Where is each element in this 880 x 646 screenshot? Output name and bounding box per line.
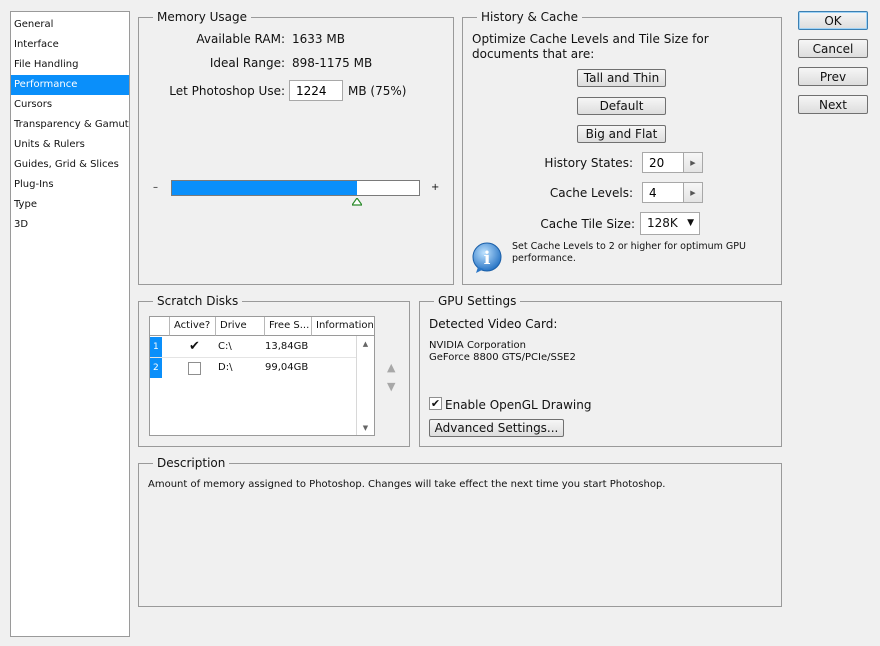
sidebar-item-plug-ins[interactable]: Plug-Ins: [11, 175, 129, 195]
sidebar-item-general[interactable]: General: [11, 15, 129, 35]
cache-levels-stepper[interactable]: ▶: [684, 182, 703, 203]
memory-slider-fill: [172, 181, 357, 195]
cache-levels-label: Cache Levels:: [549, 186, 633, 200]
preferences-nav-list: General Interface File Handling Performance…: [10, 11, 130, 637]
description-title: Description: [153, 455, 230, 471]
sidebar-item-file-handling[interactable]: File Handling: [11, 55, 129, 75]
slider-plus-label: +: [431, 182, 440, 193]
video-card-vendor: NVIDIA Corporation: [429, 340, 527, 351]
history-cache-intro: Optimize Cache Levels and Tile Size for …: [472, 32, 709, 61]
slider-minus-label: –: [153, 182, 158, 193]
free-space-cell: 99,04GB: [265, 362, 309, 373]
sidebar-item-guides-grid-slices[interactable]: Guides, Grid & Slices: [11, 155, 129, 175]
history-cache-title: History & Cache: [477, 9, 582, 25]
memory-slider[interactable]: [171, 180, 420, 196]
ideal-range-label: Ideal Range:: [209, 56, 285, 70]
move-disk-down-icon[interactable]: ▼: [387, 379, 395, 395]
let-photoshop-use-label: Let Photoshop Use:: [169, 84, 285, 98]
memory-usage-title: Memory Usage: [153, 9, 252, 25]
column-header-free-space[interactable]: Free S...: [265, 317, 312, 336]
sidebar-item-type[interactable]: Type: [11, 195, 129, 215]
active-checkbox[interactable]: ✔: [188, 340, 201, 354]
sidebar-item-performance[interactable]: Performance: [11, 75, 129, 95]
enable-opengl-checkbox[interactable]: ✔: [429, 397, 442, 410]
memory-use-suffix: MB (75%): [348, 84, 407, 98]
sidebar-item-cursors[interactable]: Cursors: [11, 95, 129, 115]
scratch-disks-title: Scratch Disks: [153, 293, 243, 309]
cache-tile-size-select[interactable]: 128K ▼: [640, 212, 700, 235]
move-disk-up-icon[interactable]: ▲: [387, 360, 395, 376]
chevron-right-icon: ▶: [690, 159, 696, 167]
ok-button[interactable]: OK: [798, 11, 868, 30]
gpu-settings-title: GPU Settings: [434, 293, 521, 309]
drive-cell: C:\: [218, 341, 232, 352]
active-checkbox[interactable]: [188, 362, 201, 375]
row-number: 2: [150, 358, 162, 378]
big-and-flat-button[interactable]: Big and Flat: [577, 125, 666, 143]
gpu-tip-text: Set Cache Levels to 2 or higher for opti…: [512, 241, 746, 264]
available-ram-value: 1633 MB: [292, 32, 345, 46]
table-vertical-scrollbar[interactable]: ▲ ▼: [356, 336, 374, 435]
table-row[interactable]: 2 D:\ 99,04GB: [150, 357, 358, 378]
sidebar-item-transparency-gamut[interactable]: Transparency & Gamut: [11, 115, 129, 135]
history-states-stepper[interactable]: ▶: [684, 152, 703, 173]
memory-slider-thumb[interactable]: [352, 198, 362, 206]
default-cache-button[interactable]: Default: [577, 97, 666, 115]
history-states-input[interactable]: [642, 152, 684, 173]
sidebar-item-interface[interactable]: Interface: [11, 35, 129, 55]
cancel-button[interactable]: Cancel: [798, 39, 868, 58]
scroll-up-icon[interactable]: ▲: [357, 340, 374, 348]
column-header-number: [150, 317, 170, 336]
tall-and-thin-button[interactable]: Tall and Thin: [577, 69, 666, 87]
description-text: Amount of memory assigned to Photoshop. …: [148, 479, 666, 490]
info-icon: i: [472, 242, 502, 273]
detected-video-card-label: Detected Video Card:: [429, 317, 558, 331]
memory-use-input[interactable]: [289, 80, 343, 101]
cache-tile-size-value: 128K: [647, 216, 678, 230]
table-row[interactable]: 1 ✔ C:\ 13,84GB: [150, 337, 358, 357]
history-states-label: History States:: [544, 156, 633, 170]
svg-text:i: i: [484, 248, 491, 269]
drive-cell: D:\: [218, 362, 233, 373]
video-card-model: GeForce 8800 GTS/PCIe/SSE2: [429, 352, 576, 363]
ideal-range-value: 898-1175 MB: [292, 56, 373, 70]
scratch-disks-table: Active? Drive Free S... Information 1 ✔ …: [149, 316, 375, 436]
chevron-down-icon: ▼: [687, 218, 694, 228]
column-header-active[interactable]: Active?: [170, 317, 216, 336]
cache-levels-input[interactable]: [642, 182, 684, 203]
row-number: 1: [150, 337, 162, 357]
column-header-information[interactable]: Information: [312, 317, 374, 336]
free-space-cell: 13,84GB: [265, 341, 309, 352]
scroll-down-icon[interactable]: ▼: [357, 424, 374, 432]
sidebar-item-units-rulers[interactable]: Units & Rulers: [11, 135, 129, 155]
column-header-drive[interactable]: Drive: [216, 317, 265, 336]
available-ram-label: Available RAM:: [196, 32, 285, 46]
cache-tile-size-label: Cache Tile Size:: [540, 217, 635, 231]
enable-opengl-label[interactable]: Enable OpenGL Drawing: [445, 397, 591, 413]
chevron-right-icon: ▶: [690, 189, 696, 197]
next-button[interactable]: Next: [798, 95, 868, 114]
prev-button[interactable]: Prev: [798, 67, 868, 86]
sidebar-item-3d[interactable]: 3D: [11, 215, 129, 235]
advanced-settings-button[interactable]: Advanced Settings...: [429, 419, 564, 437]
